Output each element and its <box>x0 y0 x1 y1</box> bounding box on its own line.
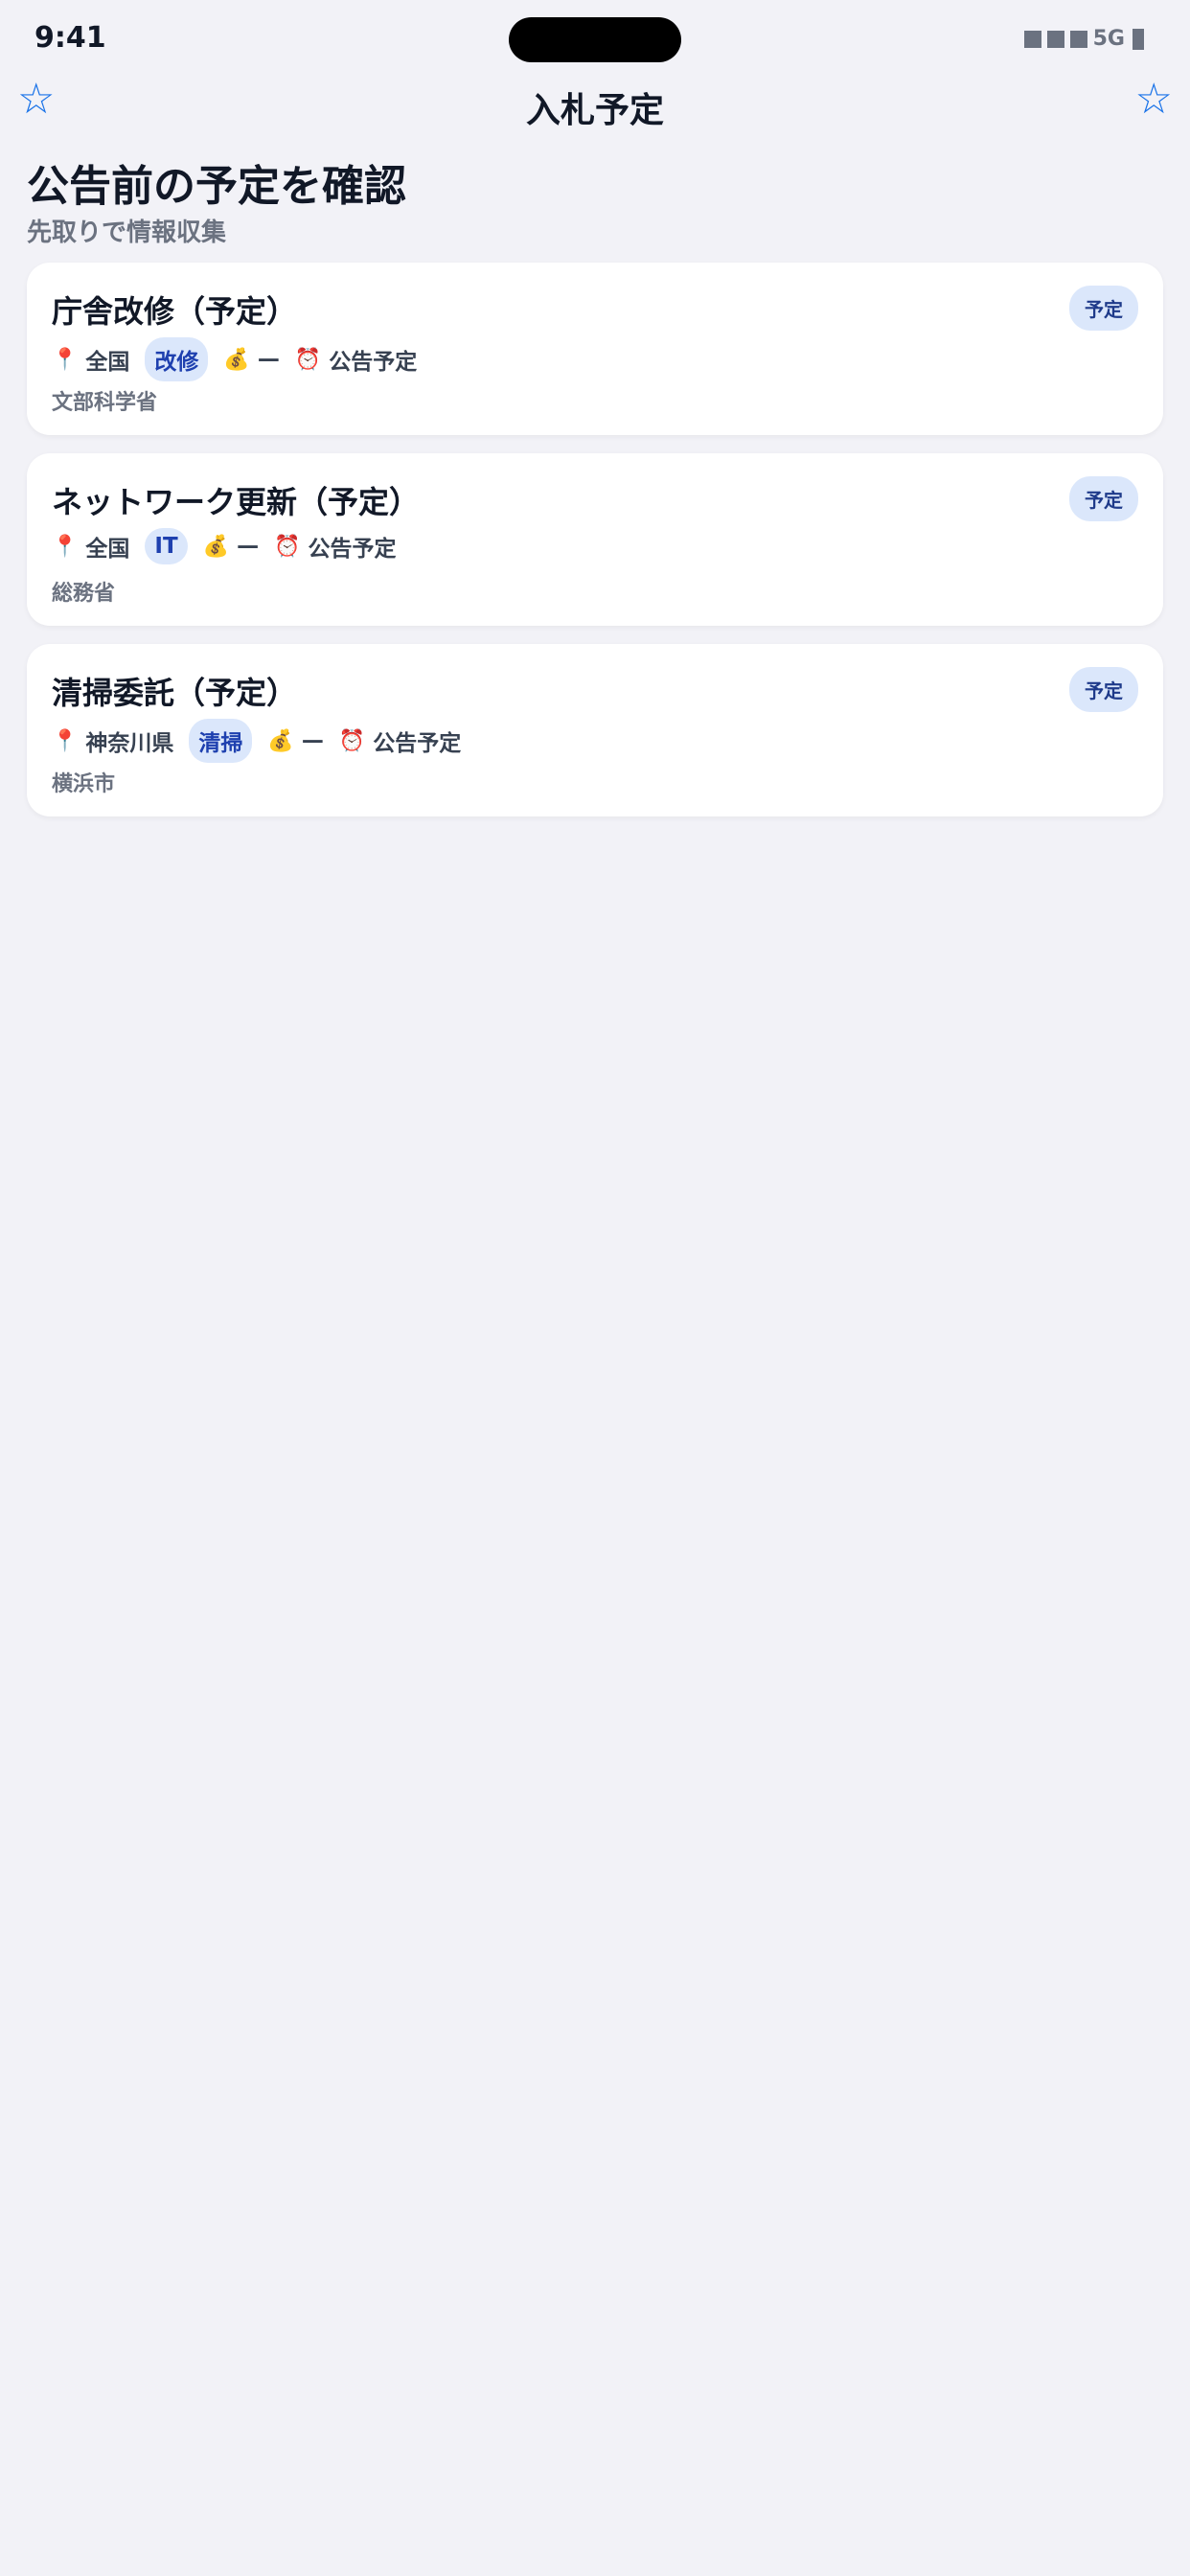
status-indicators: 5G <box>1023 27 1144 51</box>
money-bag-icon: 💰 <box>202 534 230 559</box>
pin-icon: 📍 <box>52 728 79 753</box>
bid-card[interactable]: ネットワーク更新（予定） 予定 📍 全国 IT 💰 — ⏰ 公告予定 総務省 <box>27 453 1163 626</box>
organization-name: 文部科学省 <box>52 391 158 415</box>
navigation-bar: ☆ 入札予定 ☆ <box>0 77 1190 132</box>
signal-bar-icon <box>1023 30 1041 48</box>
location-text: 全国 <box>85 350 130 375</box>
pin-icon: 📍 <box>52 534 79 559</box>
battery-icon <box>1133 28 1144 50</box>
budget-text: — <box>301 728 324 753</box>
deadline-meta: ⏰ 公告予定 <box>339 724 461 757</box>
status-badge: 予定 <box>1069 476 1138 521</box>
deadline-text: 公告予定 <box>373 731 462 756</box>
dynamic-island <box>509 17 681 62</box>
budget-meta: 💰 — <box>223 347 279 372</box>
deadline-text: 公告予定 <box>308 537 397 562</box>
money-bag-icon: 💰 <box>267 728 294 753</box>
status-time: 9:41 <box>34 21 106 55</box>
bid-card-meta: 📍 全国 IT 💰 — ⏰ 公告予定 <box>52 528 411 564</box>
alarm-clock-icon: ⏰ <box>338 728 366 753</box>
bid-card-title: 清掃委託（予定） <box>52 675 298 711</box>
bid-card-meta: 📍 全国 改修 💰 — ⏰ 公告予定 <box>52 337 432 381</box>
status-bar: 9:41 5G <box>0 0 1190 77</box>
status-badge: 予定 <box>1069 286 1138 331</box>
budget-text: — <box>237 534 260 559</box>
money-bag-icon: 💰 <box>223 347 250 372</box>
location-meta: 📍 全国 <box>52 343 129 376</box>
budget-meta: 💰 — <box>203 534 259 559</box>
bid-schedule-list: 庁舎改修（予定） 予定 📍 全国 改修 💰 — ⏰ 公告予定 文部科学省 ネット… <box>27 263 1163 835</box>
signal-bar-icon <box>1069 30 1087 48</box>
organization-name: 総務省 <box>52 582 116 606</box>
category-chip: 清掃 <box>189 719 253 763</box>
network-type: 5G <box>1092 27 1125 51</box>
category-chip: 改修 <box>145 337 209 381</box>
alarm-clock-icon: ⏰ <box>274 534 301 559</box>
deadline-meta: ⏰ 公告予定 <box>274 530 396 563</box>
alarm-clock-icon: ⏰ <box>294 347 322 372</box>
location-meta: 📍 神奈川県 <box>52 724 173 757</box>
location-text: 神奈川県 <box>85 731 174 756</box>
category-chip: IT <box>145 528 188 564</box>
location-text: 全国 <box>85 537 130 562</box>
status-badge: 予定 <box>1069 667 1138 712</box>
favorite-star-icon[interactable]: ☆ <box>1135 79 1173 121</box>
budget-meta: 💰 — <box>267 728 323 753</box>
deadline-text: 公告予定 <box>329 350 418 375</box>
bid-card[interactable]: 清掃委託（予定） 予定 📍 神奈川県 清掃 💰 — ⏰ 公告予定 横浜市 <box>27 644 1163 816</box>
section-heading: 公告前の予定を確認 <box>27 162 406 211</box>
bid-card-meta: 📍 神奈川県 清掃 💰 — ⏰ 公告予定 <box>52 719 476 763</box>
section-subheading: 先取りで情報収集 <box>27 218 227 247</box>
location-meta: 📍 全国 <box>52 530 129 563</box>
bid-card[interactable]: 庁舎改修（予定） 予定 📍 全国 改修 💰 — ⏰ 公告予定 文部科学省 <box>27 263 1163 435</box>
deadline-meta: ⏰ 公告予定 <box>295 343 417 376</box>
organization-name: 横浜市 <box>52 772 116 796</box>
budget-text: — <box>257 347 280 372</box>
page-title: 入札予定 <box>525 91 664 130</box>
bid-card-title: ネットワーク更新（予定） <box>52 484 421 520</box>
signal-bar-icon <box>1046 30 1064 48</box>
pin-icon: 📍 <box>52 347 79 372</box>
bid-card-title: 庁舎改修（予定） <box>52 293 298 330</box>
